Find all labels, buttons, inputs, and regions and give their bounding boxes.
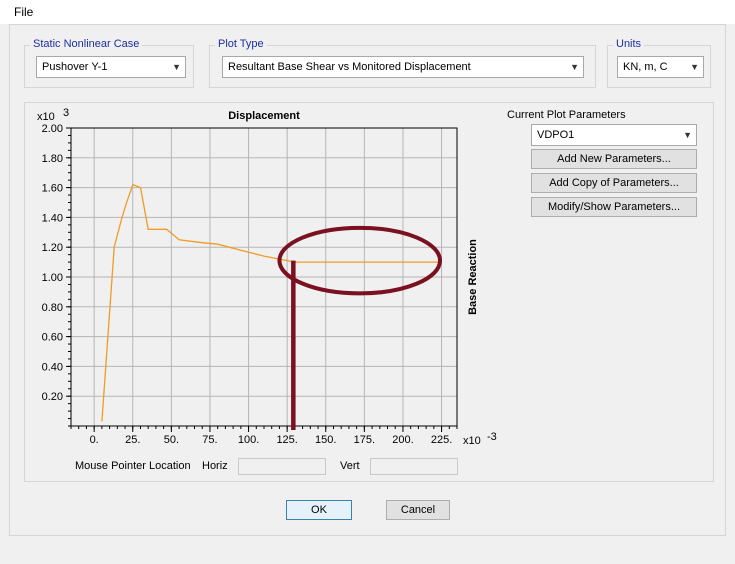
chevron-down-icon: ▼ <box>172 62 181 72</box>
chevron-down-icon: ▼ <box>570 62 579 72</box>
horiz-readout <box>238 458 326 475</box>
units-select[interactable]: KN, m, C ▼ <box>617 56 704 78</box>
units-title: Units <box>613 38 645 50</box>
horiz-label: Horiz <box>202 460 228 472</box>
modify-show-parameters-button[interactable]: Modify/Show Parameters... <box>531 197 697 217</box>
plot-params-value: VDPO1 <box>537 129 575 141</box>
plot-params-title: Current Plot Parameters <box>507 109 626 121</box>
chevron-down-icon: ▼ <box>690 62 699 72</box>
cancel-button[interactable]: Cancel <box>386 500 450 520</box>
static-case-title: Static Nonlinear Case <box>30 38 143 50</box>
menu-file[interactable]: File <box>14 5 33 19</box>
units-value: KN, m, C <box>623 61 668 73</box>
plot-type-value: Resultant Base Shear vs Monitored Displa… <box>228 61 471 73</box>
plot-dialog: Static Nonlinear Case Pushover Y-1 ▼ Plo… <box>9 24 726 536</box>
mouse-pointer-label: Mouse Pointer Location <box>75 460 191 472</box>
vert-label: Vert <box>340 460 360 472</box>
ok-button[interactable]: OK <box>286 500 352 520</box>
static-case-value: Pushover Y-1 <box>42 61 108 73</box>
plot-type-title: Plot Type <box>215 38 267 50</box>
add-copy-parameters-button[interactable]: Add Copy of Parameters... <box>531 173 697 193</box>
add-new-parameters-button[interactable]: Add New Parameters... <box>531 149 697 169</box>
static-case-select[interactable]: Pushover Y-1 ▼ <box>36 56 186 78</box>
menu-bar: File <box>0 0 735 24</box>
chevron-down-icon: ▼ <box>683 130 692 140</box>
vert-readout <box>370 458 458 475</box>
plot-type-select[interactable]: Resultant Base Shear vs Monitored Displa… <box>222 56 584 78</box>
plot-params-select[interactable]: VDPO1 ▼ <box>531 124 697 146</box>
